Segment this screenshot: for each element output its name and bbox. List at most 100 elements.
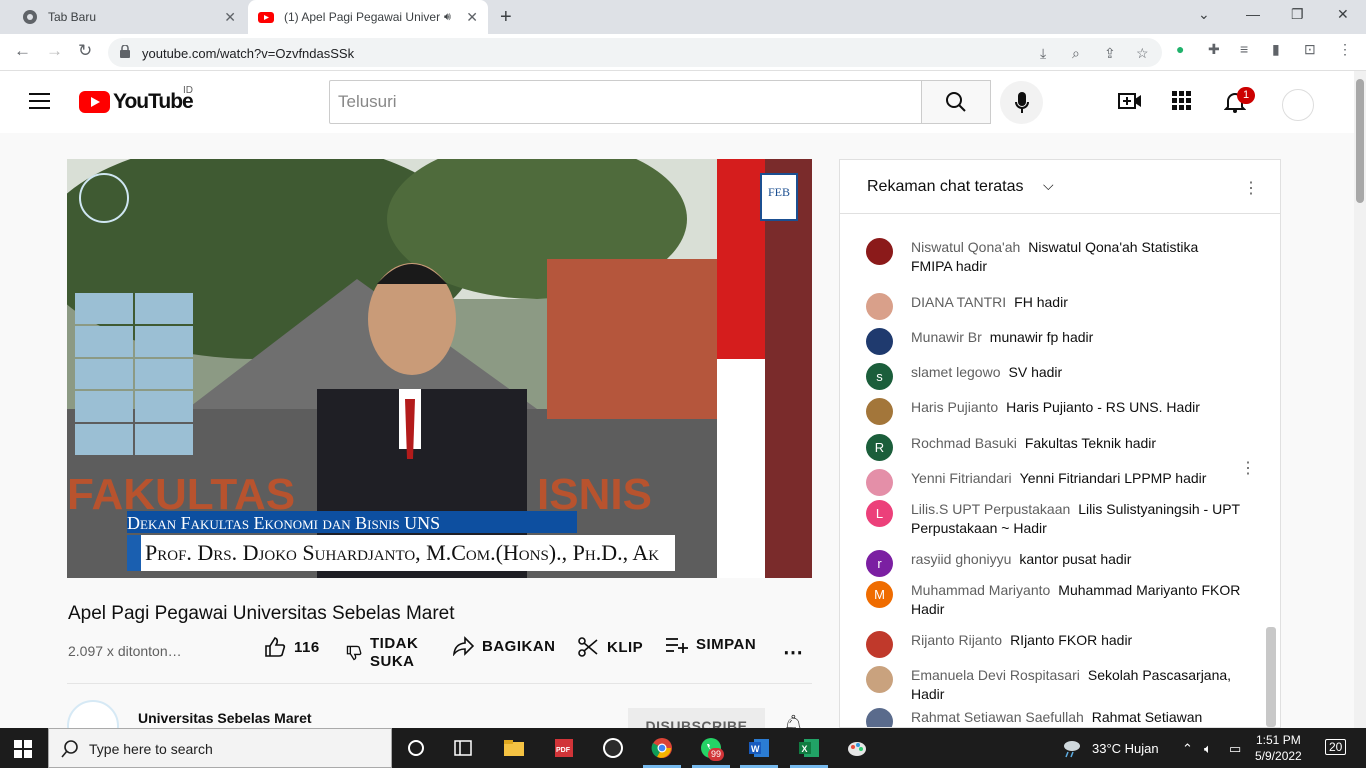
windows-start-icon[interactable]	[14, 740, 32, 758]
restore-icon[interactable]: ❐	[1291, 6, 1304, 23]
scrollbar-thumb[interactable]	[1356, 79, 1364, 203]
apps-grid-icon[interactable]	[1172, 91, 1192, 111]
microphone-icon	[1014, 91, 1029, 113]
profile-icon[interactable]: ⊡	[1304, 41, 1316, 58]
obs-icon[interactable]	[602, 737, 624, 759]
svg-text:PDF: PDF	[556, 747, 571, 754]
lock-icon	[120, 45, 130, 58]
search-input[interactable]	[330, 81, 921, 123]
zoom-participants-grid	[75, 293, 193, 455]
share-icon[interactable]: ⇪	[1104, 45, 1116, 62]
hamburger-menu-icon[interactable]	[29, 93, 50, 109]
notification-badge: 1	[1237, 87, 1255, 104]
chevron-down-icon[interactable]: ⌄	[1198, 6, 1210, 23]
page-scrollbar[interactable]	[1354, 71, 1366, 728]
search-icon	[946, 92, 966, 112]
address-bar[interactable]: youtube.com/watch?v=OzvfndasSSk ⤓ ⌕ ⇪ ☆	[108, 38, 1162, 67]
search-box	[329, 80, 922, 124]
chat-author-name: Muhammad Mariyanto	[911, 582, 1051, 598]
chat-message-text: Haris Pujianto - RS UNS. Hadir	[1006, 399, 1200, 415]
browser-tab-strip: Tab Baru ✕ (1) Apel Pagi Pegawai Univer …	[0, 0, 1366, 34]
bookmark-star-icon[interactable]: ☆	[1136, 45, 1149, 62]
chat-message-body: Muhammad Mariyanto Muhammad Mariyanto FKO…	[911, 581, 1241, 619]
install-icon[interactable]: ⤓	[1040, 45, 1046, 62]
tab-new-tab[interactable]: Tab Baru ✕	[8, 0, 246, 34]
chat-message-text: SV hadir	[1008, 364, 1063, 380]
dislike-button[interactable]: TIDAK SUKA	[346, 635, 418, 671]
reload-icon[interactable]: ↻	[78, 41, 92, 61]
chat-author-avatar: r	[866, 550, 893, 577]
playlist-add-icon	[666, 637, 688, 653]
chat-author-name: Munawir Br	[911, 329, 982, 345]
back-arrow-icon[interactable]: ←	[14, 41, 31, 61]
account-avatar[interactable]	[1282, 89, 1314, 121]
chat-title[interactable]: Rekaman chat teratas	[867, 178, 1024, 196]
extension-green-icon[interactable]: ●	[1176, 41, 1184, 57]
share-label: BAGIKAN	[482, 637, 556, 655]
file-explorer-icon[interactable]	[503, 737, 525, 759]
chat-scrollbar-thumb[interactable]	[1266, 627, 1276, 727]
share-arrow-icon	[452, 636, 474, 656]
search-button[interactable]	[921, 80, 991, 124]
more-actions-icon[interactable]: ⋯	[783, 640, 804, 665]
kebab-menu-icon[interactable]: ⋮	[1338, 41, 1352, 58]
new-tab-plus-icon[interactable]: +	[500, 6, 512, 29]
chat-menu-icon[interactable]: ⋮	[1243, 178, 1259, 198]
chevron-up-icon[interactable]: ⌃	[1182, 741, 1193, 757]
pdf-app-icon[interactable]: PDF	[553, 737, 575, 759]
voice-search-button[interactable]	[1000, 81, 1043, 124]
weather-rain-icon[interactable]	[1060, 737, 1082, 759]
channel-name[interactable]: Universitas Sebelas Maret	[138, 710, 312, 726]
tab-youtube[interactable]: (1) Apel Pagi Pegawai Univer 🔊︎ ✕	[248, 0, 488, 34]
taskbar-search-box[interactable]: Type here to search	[48, 728, 392, 768]
create-video-icon[interactable]	[1118, 91, 1142, 111]
chat-author-name: Lilis.S UPT Perpustakaan	[911, 501, 1071, 517]
zoom-icon[interactable]: ⌕	[1072, 45, 1080, 62]
chat-message-body: Yenni Fitriandari Yenni Fitriandari LPPMP…	[911, 469, 1241, 488]
word-icon[interactable]: W	[748, 737, 770, 759]
youtube-logo[interactable]: YouTube	[79, 90, 194, 114]
paint-icon[interactable]	[846, 737, 868, 759]
excel-icon[interactable]: X	[798, 737, 820, 759]
svg-text:W: W	[751, 744, 760, 754]
chat-message-body: slamet legowo SV hadir	[911, 363, 1241, 382]
speaker-icon[interactable]: 🔊︎	[444, 11, 451, 24]
notification-center-icon[interactable]: 20	[1325, 739, 1347, 755]
chrome-taskbar-icon[interactable]	[651, 737, 673, 759]
side-panel-icon[interactable]: ▮	[1272, 41, 1280, 58]
cortana-icon[interactable]	[405, 737, 427, 759]
chevron-down-icon[interactable]: ⌵	[1043, 177, 1054, 194]
message-menu-icon[interactable]: ⋮	[1240, 458, 1256, 478]
save-button[interactable]: SIMPAN	[666, 636, 756, 653]
chat-message-body: Lilis.S UPT Perpustakaan Lilis Sulistyani…	[911, 500, 1241, 538]
puzzle-extensions-icon[interactable]: ✚	[1208, 41, 1220, 58]
video-player[interactable]: FAKULTAS ISNIS FEB Dekan Fakultas Ekonom…	[67, 159, 812, 578]
close-icon[interactable]: ✕	[466, 9, 478, 26]
close-icon[interactable]: ✕	[224, 9, 236, 26]
close-window-icon[interactable]: ✕	[1337, 6, 1349, 23]
volume-icon[interactable]: 🔈︎	[1204, 741, 1212, 757]
like-count: 116	[294, 638, 320, 656]
minimize-icon[interactable]: —	[1246, 6, 1260, 22]
view-count: 2.097 x ditonton…	[68, 643, 182, 659]
taskbar-clock[interactable]: 1:51 PM 5/9/2022	[1255, 732, 1302, 764]
weather-text[interactable]: 33°C Hujan	[1092, 741, 1159, 756]
chat-message-text: FH hadir	[1014, 294, 1068, 310]
network-icon[interactable]: ▭	[1229, 741, 1241, 757]
chat-message-text: kantor pusat hadir	[1019, 551, 1132, 567]
chat-message-body: Niswatul Qona'ah Niswatul Qona'ah Statist…	[911, 238, 1241, 276]
windows-taskbar: Type here to search PDF 99 W X 33°C Huja…	[0, 728, 1366, 768]
chat-author-name: Yenni Fitriandari	[911, 470, 1012, 486]
task-view-icon[interactable]	[452, 737, 474, 759]
chat-author-avatar	[866, 238, 893, 265]
media-queue-icon[interactable]: ≡	[1240, 41, 1248, 57]
chat-author-name: Emanuela Devi Rospitasari	[911, 667, 1080, 683]
uns-logo	[79, 173, 129, 223]
forward-arrow-icon[interactable]: →	[46, 41, 63, 61]
share-button[interactable]: BAGIKAN	[452, 636, 556, 656]
clock-date: 5/9/2022	[1255, 749, 1302, 763]
like-button[interactable]: 116	[264, 636, 320, 658]
clip-button[interactable]: KLIP	[577, 636, 643, 658]
dislike-label-1: TIDAK	[370, 635, 419, 652]
chat-message-body: Munawir Br munawir fp hadir	[911, 328, 1241, 347]
